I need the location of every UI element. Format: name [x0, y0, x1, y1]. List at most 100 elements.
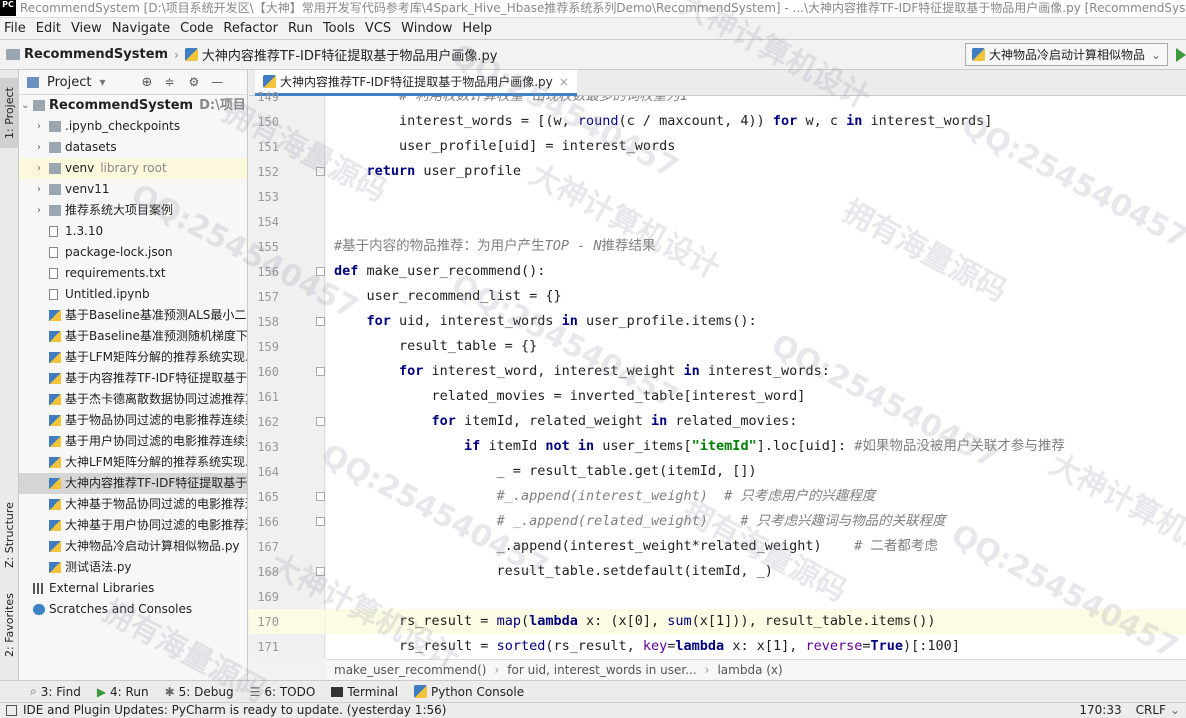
- code-editor[interactable]: # 利用权数计算权重 出现权数最多的词权重为1 interest_words =…: [326, 96, 1186, 659]
- menu-file[interactable]: File: [0, 21, 32, 36]
- run-button[interactable]: [1176, 48, 1186, 62]
- nav-project[interactable]: RecommendSystem: [24, 47, 168, 62]
- tree-item[interactable]: 大神LFM矩阵分解的推荐系统实现.py: [19, 452, 247, 473]
- tree-item[interactable]: 基于Baseline基准预测随机梯度下降: [19, 326, 247, 347]
- caret-position[interactable]: 170:33: [1079, 703, 1121, 718]
- locate-icon[interactable]: ⊕: [142, 75, 153, 90]
- code-line[interactable]: [326, 209, 1186, 234]
- fold-marker-icon[interactable]: [316, 167, 325, 176]
- tree-item[interactable]: › venv11: [19, 179, 247, 200]
- code-line[interactable]: user_profile[uid] = interest_words: [326, 134, 1186, 159]
- tab-project-tool[interactable]: 1: Project: [0, 78, 19, 148]
- fold-marker-icon[interactable]: [316, 567, 325, 576]
- code-line[interactable]: def make_user_recommend():: [326, 259, 1186, 284]
- chevron-right-icon[interactable]: ›: [37, 116, 47, 137]
- menu-tools[interactable]: Tools: [319, 21, 361, 36]
- toggle-tool-windows-icon[interactable]: [6, 705, 17, 716]
- chevron-right-icon[interactable]: ›: [37, 158, 47, 179]
- tree-item[interactable]: 大神基于用户协同过滤的电影推荐连: [19, 515, 247, 536]
- status-message[interactable]: IDE and Plugin Updates: PyCharm is ready…: [23, 703, 1079, 718]
- fold-marker-icon[interactable]: [316, 317, 325, 326]
- editor-tab-active[interactable]: 大神内容推荐TF-IDF特征提取基于物品用户画像.py ×: [255, 70, 577, 96]
- tab-favorites-tool[interactable]: 2: Favorites: [0, 590, 19, 660]
- code-line[interactable]: if itemId not in user_items["itemId"].lo…: [326, 434, 1186, 459]
- fold-marker-icon[interactable]: [316, 492, 325, 501]
- chevron-down-icon[interactable]: ▾: [99, 75, 105, 89]
- code-line[interactable]: user_recommend_list = {}: [326, 284, 1186, 309]
- code-line[interactable]: #_.append(interest_weight) # 只考虑用户的兴趣程度: [326, 484, 1186, 509]
- breadcrumb-lambda[interactable]: lambda (x): [709, 663, 790, 677]
- tree-item[interactable]: package-lock.json: [19, 242, 247, 263]
- tree-item[interactable]: 基于物品协同过滤的电影推荐连续型: [19, 410, 247, 431]
- menu-refactor[interactable]: Refactor: [219, 21, 284, 36]
- tree-item[interactable]: Untitled.ipynb: [19, 284, 247, 305]
- nav-file[interactable]: 大神内容推荐TF-IDF特征提取基于物品用户画像.py: [202, 45, 498, 64]
- tool-terminal[interactable]: Terminal: [323, 685, 406, 699]
- tree-item[interactable]: External Libraries: [19, 578, 247, 599]
- hide-icon[interactable]: —: [211, 75, 223, 89]
- menu-navigate[interactable]: Navigate: [108, 21, 176, 36]
- tree-item[interactable]: › datasets: [19, 137, 247, 158]
- tree-item[interactable]: Scratches and Consoles: [19, 599, 247, 620]
- code-line[interactable]: return user_profile: [326, 159, 1186, 184]
- tree-item[interactable]: 基于LFM矩阵分解的推荐系统实现.p: [19, 347, 247, 368]
- menu-edit[interactable]: Edit: [32, 21, 67, 36]
- menu-view[interactable]: View: [67, 21, 108, 36]
- tree-item[interactable]: requirements.txt: [19, 263, 247, 284]
- tool-find[interactable]: ⌕ 3: Find: [22, 684, 89, 699]
- tree-item[interactable]: › .ipynb_checkpoints: [19, 116, 247, 137]
- tree-item[interactable]: 大神物品冷启动计算相似物品.py: [19, 536, 247, 557]
- close-icon[interactable]: ×: [559, 75, 569, 89]
- code-line[interactable]: result_table.setdefault(itemId, _): [326, 559, 1186, 584]
- code-line[interactable]: for interest_word, interest_weight in in…: [326, 359, 1186, 384]
- menu-run[interactable]: Run: [284, 21, 319, 36]
- code-line[interactable]: _ = result_table.get(itemId, []): [326, 459, 1186, 484]
- tree-item[interactable]: 基于Baseline基准预测ALS最小二乘: [19, 305, 247, 326]
- chevron-right-icon[interactable]: ›: [37, 200, 47, 221]
- fold-marker-icon[interactable]: [316, 367, 325, 376]
- tool-python-console[interactable]: Python Console: [406, 685, 532, 699]
- code-line[interactable]: result_table = {}: [326, 334, 1186, 359]
- tree-item[interactable]: 基于杰卡德离散数据协同过滤推荐算: [19, 389, 247, 410]
- code-line[interactable]: related_movies = inverted_table[interest…: [326, 384, 1186, 409]
- code-line[interactable]: # 利用权数计算权重 出现权数最多的词权重为1: [326, 96, 1186, 109]
- menu-help[interactable]: Help: [458, 21, 498, 36]
- tree-item[interactable]: 1.3.10: [19, 221, 247, 242]
- tree-item[interactable]: 测试语法.py: [19, 557, 247, 578]
- gear-icon[interactable]: ⚙: [188, 75, 199, 89]
- code-line[interactable]: [326, 584, 1186, 609]
- code-line[interactable]: _.append(interest_weight*related_weight)…: [326, 534, 1186, 559]
- breadcrumb-loop[interactable]: for uid, interest_words in user...: [499, 663, 704, 677]
- code-line[interactable]: # _.append(related_weight) # 只考虑兴趣词与物品的关…: [326, 509, 1186, 534]
- menu-vcs[interactable]: VCS: [361, 21, 397, 36]
- tree-item[interactable]: 基于用户协同过滤的电影推荐连续型: [19, 431, 247, 452]
- tree-item[interactable]: 大神基于物品协同过滤的电影推荐连: [19, 494, 247, 515]
- menu-code[interactable]: Code: [176, 21, 219, 36]
- tree-item[interactable]: › 推荐系统大项目案例: [19, 200, 247, 221]
- chevron-right-icon[interactable]: ›: [37, 137, 47, 158]
- chevron-right-icon[interactable]: ›: [37, 179, 47, 200]
- code-line[interactable]: rs_result = map(lambda x: (x[0], sum(x[1…: [326, 609, 1186, 634]
- tree-item[interactable]: 大神内容推荐TF-IDF特征提取基于物: [19, 473, 247, 494]
- breadcrumb-function[interactable]: make_user_recommend(): [326, 663, 494, 677]
- tool-run[interactable]: ▶ 4: Run: [89, 685, 157, 699]
- code-line[interactable]: for itemId, related_weight in related_mo…: [326, 409, 1186, 434]
- line-separator[interactable]: CRLF: [1136, 703, 1166, 718]
- code-line[interactable]: for uid, interest_words in user_profile.…: [326, 309, 1186, 334]
- fold-marker-icon[interactable]: [316, 417, 325, 426]
- tool-todo[interactable]: ☰ 6: TODO: [242, 685, 324, 699]
- tool-debug[interactable]: ✱ 5: Debug: [157, 685, 242, 699]
- menu-window[interactable]: Window: [397, 21, 458, 36]
- code-line[interactable]: [326, 184, 1186, 209]
- code-line[interactable]: interest_words = [(w, round(c / maxcount…: [326, 109, 1186, 134]
- run-configuration-select[interactable]: 大神物品冷启动计算相似物品 ⌄: [965, 43, 1168, 66]
- chevron-down-icon[interactable]: ⌄: [21, 95, 31, 116]
- project-panel-title[interactable]: Project: [47, 75, 91, 90]
- code-line[interactable]: rs_result = sorted(rs_result, key=lambda…: [326, 634, 1186, 659]
- fold-marker-icon[interactable]: [316, 267, 325, 276]
- code-line[interactable]: #基于内容的物品推荐：为用户产生TOP - N推荐结果: [326, 234, 1186, 259]
- fold-marker-icon[interactable]: [316, 517, 325, 526]
- tree-item[interactable]: ⌄ RecommendSystemD:\项目系统开发: [19, 95, 247, 116]
- tree-item[interactable]: › venv library root: [19, 158, 247, 179]
- tree-item[interactable]: 基于内容推荐TF-IDF特征提取基于物: [19, 368, 247, 389]
